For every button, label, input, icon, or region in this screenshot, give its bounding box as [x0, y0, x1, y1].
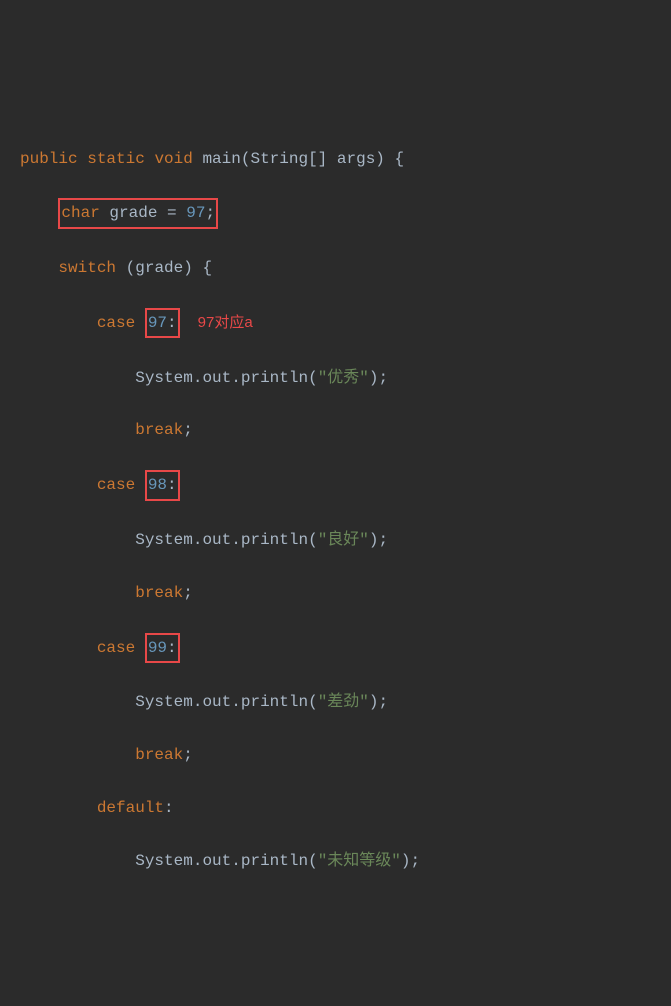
- code-line: case 99:: [20, 633, 651, 663]
- class-string: String: [250, 150, 308, 168]
- code-line: System.out.println("良好");: [20, 527, 651, 553]
- method-println: println: [241, 369, 308, 387]
- keyword-default: default: [97, 799, 164, 817]
- code-line: break;: [20, 580, 651, 606]
- paren-close: ): [369, 531, 379, 549]
- keyword-case: case: [97, 314, 135, 332]
- code-line: System.out.println("优秀");: [20, 365, 651, 391]
- semicolon: ;: [183, 421, 193, 439]
- method-println: println: [241, 852, 308, 870]
- paren-open: (: [308, 369, 318, 387]
- paren-open: (: [308, 852, 318, 870]
- code-line: System.out.println("差劲");: [20, 689, 651, 715]
- colon: :: [167, 476, 177, 494]
- dot: .: [231, 369, 241, 387]
- object-system: System: [135, 369, 193, 387]
- paren-close: ): [401, 852, 411, 870]
- number-literal: 97: [148, 314, 167, 332]
- semicolon: ;: [205, 204, 215, 222]
- annotation-text: 97对应a: [180, 314, 253, 331]
- var-grade: grade: [135, 259, 183, 277]
- highlight-box: 98:: [145, 470, 180, 500]
- method-println: println: [241, 693, 308, 711]
- colon: :: [167, 639, 177, 657]
- param-args: args: [337, 150, 375, 168]
- number-literal: 97: [186, 204, 205, 222]
- semicolon: ;: [379, 369, 389, 387]
- dot: .: [231, 852, 241, 870]
- semicolon: ;: [411, 852, 421, 870]
- code-line: char grade = 97;: [20, 198, 651, 228]
- paren-close: ): [375, 150, 385, 168]
- code-line: case 98:: [20, 470, 651, 500]
- string-literal: "未知等级": [318, 852, 401, 870]
- method-println: println: [241, 531, 308, 549]
- object-system: System: [135, 531, 193, 549]
- paren-open: (: [126, 259, 136, 277]
- paren-open: (: [308, 531, 318, 549]
- code-line: break;: [20, 742, 651, 768]
- semicolon: ;: [183, 746, 193, 764]
- code-line: default:: [20, 795, 651, 821]
- dot: .: [193, 852, 203, 870]
- code-line: System.out.println("未知等级");: [20, 848, 651, 874]
- field-out: out: [202, 531, 231, 549]
- code-line: public static void main(String[] args) {: [20, 146, 651, 172]
- paren-close: ): [369, 693, 379, 711]
- array-brackets: []: [308, 150, 327, 168]
- highlight-box: char grade = 97;: [58, 198, 218, 228]
- string-literal: "良好": [318, 531, 369, 549]
- field-out: out: [202, 369, 231, 387]
- field-out: out: [202, 852, 231, 870]
- dot: .: [193, 693, 203, 711]
- highlight-box: 99:: [145, 633, 180, 663]
- field-out: out: [202, 693, 231, 711]
- semicolon: ;: [379, 693, 389, 711]
- equals: =: [167, 204, 177, 222]
- colon: :: [167, 314, 177, 332]
- keyword-char: char: [61, 204, 99, 222]
- highlight-box: 97:: [145, 308, 180, 338]
- keyword-public: public: [20, 150, 78, 168]
- number-literal: 99: [148, 639, 167, 657]
- semicolon: ;: [183, 584, 193, 602]
- semicolon: ;: [379, 531, 389, 549]
- paren-close: ): [183, 259, 193, 277]
- dot: .: [193, 369, 203, 387]
- keyword-case: case: [97, 476, 135, 494]
- object-system: System: [135, 693, 193, 711]
- brace-open: {: [202, 259, 212, 277]
- string-literal: "差劲": [318, 693, 369, 711]
- keyword-case: case: [97, 639, 135, 657]
- string-literal: "优秀": [318, 369, 369, 387]
- object-system: System: [135, 852, 193, 870]
- code-line: case 97:97对应a: [20, 308, 651, 338]
- keyword-void: void: [154, 150, 192, 168]
- paren-open: (: [308, 693, 318, 711]
- brace-open: {: [395, 150, 405, 168]
- keyword-break: break: [135, 584, 183, 602]
- dot: .: [193, 531, 203, 549]
- paren-close: ): [369, 369, 379, 387]
- keyword-break: break: [135, 421, 183, 439]
- keyword-switch: switch: [58, 259, 116, 277]
- keyword-break: break: [135, 746, 183, 764]
- method-main: main: [202, 150, 240, 168]
- code-line: switch (grade) {: [20, 255, 651, 281]
- var-grade: grade: [109, 204, 157, 222]
- colon: :: [164, 799, 174, 817]
- number-literal: 98: [148, 476, 167, 494]
- code-line: break;: [20, 417, 651, 443]
- dot: .: [231, 693, 241, 711]
- keyword-static: static: [87, 150, 145, 168]
- dot: .: [231, 531, 241, 549]
